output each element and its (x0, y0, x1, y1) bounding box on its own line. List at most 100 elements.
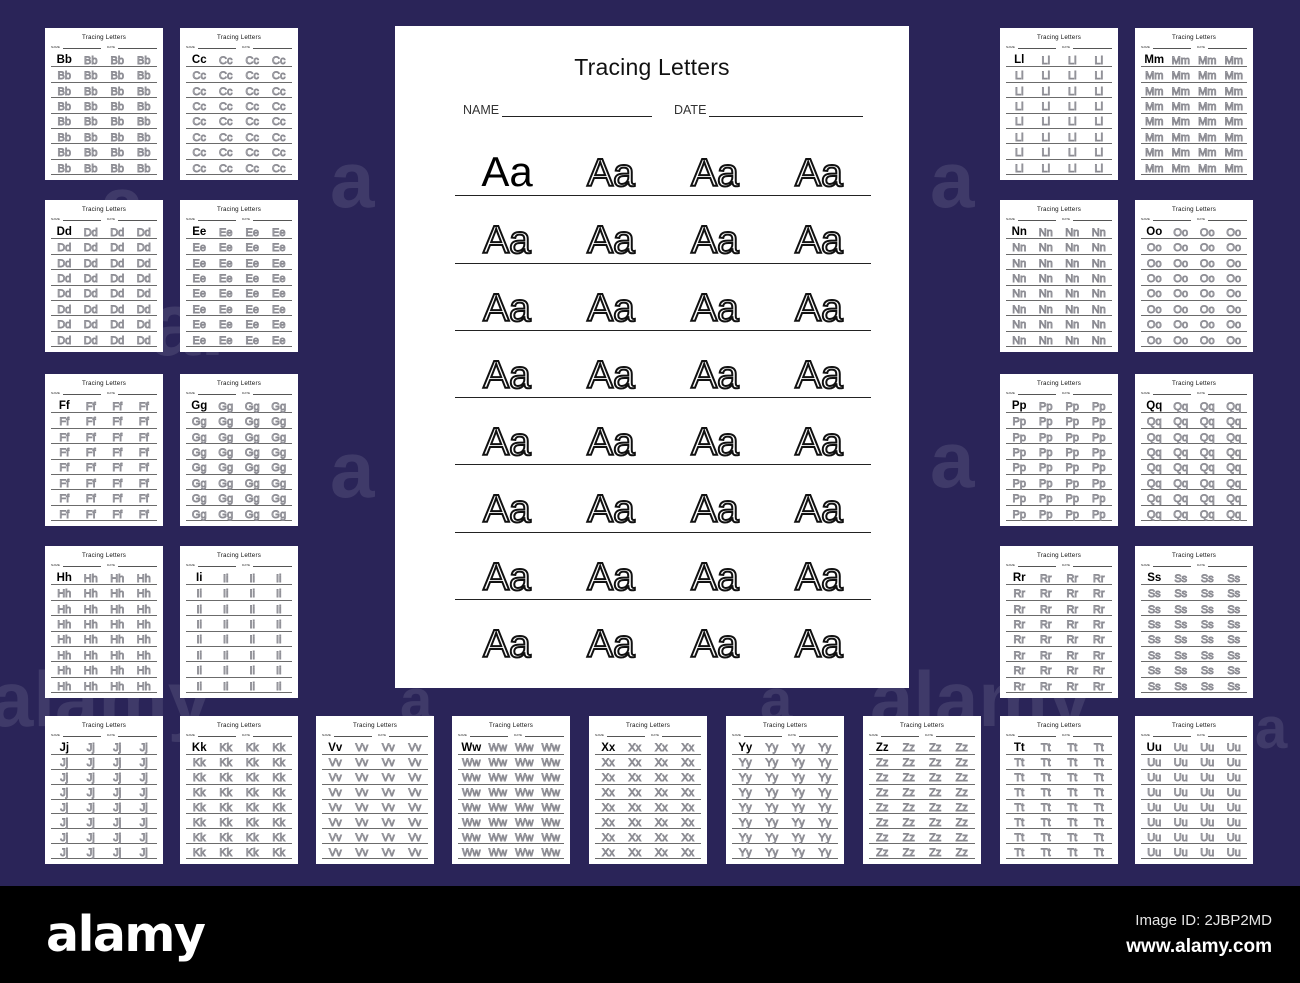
date-field[interactable]: DATE (674, 103, 863, 117)
name-field[interactable]: NAME (51, 391, 101, 395)
worksheet-n[interactable]: Tracing Letters NAME DATE Nn Nn Nn Nn Nn Nn Nn Nn N… (1000, 200, 1118, 352)
trace-row: Tt Tt Tt Tt (1006, 814, 1112, 830)
trace-letter: Oo (1226, 288, 1242, 301)
name-field[interactable]: NAME (1006, 733, 1056, 737)
name-field[interactable]: NAME (51, 563, 101, 567)
date-field[interactable]: DATE (788, 733, 838, 737)
main-worksheet[interactable]: Tracing Letters NAME DATE Aa Aa Aa Aa Aa Aa Aa… (395, 26, 909, 688)
trace-letter: Kk (245, 757, 259, 770)
trace-letter: Ww (541, 742, 560, 755)
name-rule (62, 566, 101, 567)
date-field[interactable]: DATE (242, 733, 292, 737)
worksheet-x[interactable]: Tracing Letters NAME DATE Xx Xx Xx Xx Xx Xx Xx Xx X… (589, 716, 707, 864)
model-letter: Ss (1147, 572, 1162, 585)
worksheet-title: Tracing Letters (1171, 380, 1217, 387)
trace-letter: Nn (1065, 334, 1080, 347)
name-field[interactable]: NAME (458, 733, 508, 737)
worksheet-d[interactable]: Tracing Letters NAME DATE Dd Dd Dd Dd Dd Dd Dd Dd D… (45, 200, 163, 352)
name-field[interactable]: NAME (732, 733, 782, 737)
date-field[interactable]: DATE (1197, 217, 1247, 221)
name-field[interactable]: NAME (51, 733, 101, 737)
worksheet-r[interactable]: Tracing Letters NAME DATE Rr Rr Rr Rr Rr Rr Rr Rr R… (1000, 546, 1118, 698)
date-field[interactable]: DATE (1197, 733, 1247, 737)
name-field[interactable]: NAME (186, 563, 236, 567)
worksheet-y[interactable]: Tracing Letters NAME DATE Yy Yy Yy Yy Yy Yy Yy Yy Y… (726, 716, 844, 864)
name-field[interactable]: NAME (186, 391, 236, 395)
trace-letter: Ee (192, 319, 206, 332)
name-field[interactable]: NAME (1141, 563, 1191, 567)
worksheet-m[interactable]: Tracing Letters NAME DATE Mm Mm Mm Mm Mm Mm Mm Mm M… (1135, 28, 1253, 180)
name-field[interactable]: NAME (51, 45, 101, 49)
name-field[interactable]: NAME (1006, 391, 1056, 395)
worksheet-w[interactable]: Tracing Letters NAME DATE Ww Ww Ww Ww Ww Ww Ww Ww W… (452, 716, 570, 864)
worksheet-b[interactable]: Tracing Letters NAME DATE Bb Bb Bb Bb Bb Bb Bb Bb B… (45, 28, 163, 180)
trace-letter: Ll (1041, 116, 1051, 129)
date-field[interactable]: DATE (1197, 45, 1247, 49)
name-field[interactable]: NAME (186, 217, 236, 221)
trace-letter: Qq (1199, 431, 1215, 444)
name-field[interactable]: NAME (186, 45, 236, 49)
date-field[interactable]: DATE (1062, 391, 1112, 395)
date-field[interactable]: DATE (1062, 217, 1112, 221)
name-field[interactable]: NAME (51, 217, 101, 221)
date-field[interactable]: DATE (107, 391, 157, 395)
worksheet-o[interactable]: Tracing Letters NAME DATE Oo Oo Oo Oo Oo Oo Oo Oo O… (1135, 200, 1253, 352)
trace-letter: Pp (1092, 431, 1106, 444)
trace-letter: Nn (1038, 273, 1053, 286)
name-field[interactable]: NAME (322, 733, 372, 737)
date-field[interactable]: DATE (1062, 733, 1112, 737)
worksheet-z[interactable]: Tracing Letters NAME DATE Zz Zz Zz Zz Zz Zz Zz Zz Z… (863, 716, 981, 864)
trace-letter: Tt (1040, 742, 1051, 755)
date-field[interactable]: DATE (514, 733, 564, 737)
trace-letter: Ss (1200, 634, 1214, 647)
alamy-url[interactable]: www.alamy.com (1012, 936, 1272, 958)
trace-letter: Dd (83, 303, 98, 316)
date-field[interactable]: DATE (1197, 391, 1247, 395)
worksheet-q[interactable]: Tracing Letters NAME DATE Qq Qq Qq Qq Qq Qq Qq Qq Q… (1135, 374, 1253, 526)
model-letter: Ww (461, 741, 482, 754)
name-field[interactable]: NAME (1141, 733, 1191, 737)
worksheet-e[interactable]: Tracing Letters NAME DATE Ee Ee Ee Ee Ee Ee Ee Ee E… (180, 200, 298, 352)
date-field[interactable]: DATE (378, 733, 428, 737)
worksheet-j[interactable]: Tracing Letters NAME DATE Jj Jj Jj Jj Jj Jj Jj Jj J… (45, 716, 163, 864)
worksheet-f[interactable]: Tracing Letters NAME DATE Ff Ff Ff Ff Ff Ff Ff Ff F… (45, 374, 163, 526)
name-field[interactable]: NAME (1141, 217, 1191, 221)
name-field[interactable]: NAME (1006, 217, 1056, 221)
worksheet-c[interactable]: Tracing Letters NAME DATE Cc Cc Cc Cc Cc Cc Cc Cc C… (180, 28, 298, 180)
date-field[interactable]: DATE (107, 733, 157, 737)
name-field[interactable]: NAME (463, 103, 652, 117)
date-field[interactable]: DATE (242, 45, 292, 49)
name-field[interactable]: NAME (1141, 45, 1191, 49)
date-field[interactable]: DATE (107, 45, 157, 49)
name-field[interactable]: NAME (1006, 563, 1056, 567)
date-field[interactable]: DATE (1197, 563, 1247, 567)
date-field[interactable]: DATE (651, 733, 701, 737)
worksheet-p[interactable]: Tracing Letters NAME DATE Pp Pp Pp Pp Pp Pp Pp Pp P… (1000, 374, 1118, 526)
name-field[interactable]: NAME (186, 733, 236, 737)
date-field[interactable]: DATE (242, 391, 292, 395)
date-field[interactable]: DATE (242, 217, 292, 221)
date-field[interactable]: DATE (107, 217, 157, 221)
name-field[interactable]: NAME (595, 733, 645, 737)
name-field[interactable]: NAME (1141, 391, 1191, 395)
date-field[interactable]: DATE (1062, 563, 1112, 567)
model-letter: Tt (1013, 741, 1025, 754)
trace-row: Bb Bb Bb Bb (51, 129, 157, 145)
name-field[interactable]: NAME (1006, 45, 1056, 49)
worksheet-g[interactable]: Tracing Letters NAME DATE Gg Gg Gg Gg Gg Gg Gg Gg G… (180, 374, 298, 526)
date-field[interactable]: DATE (107, 563, 157, 567)
worksheet-s[interactable]: Tracing Letters NAME DATE Ss Ss Ss Ss Ss Ss Ss Ss S… (1135, 546, 1253, 698)
worksheet-i[interactable]: Tracing Letters NAME DATE Ii Ii Ii Ii Ii Ii Ii Ii I… (180, 546, 298, 698)
worksheet-t[interactable]: Tracing Letters NAME DATE Tt Tt Tt Tt Tt Tt Tt Tt T… (1000, 716, 1118, 864)
date-field[interactable]: DATE (1062, 45, 1112, 49)
worksheet-u[interactable]: Tracing Letters NAME DATE Uu Uu Uu Uu Uu Uu Uu Uu U… (1135, 716, 1253, 864)
worksheet-l[interactable]: Tracing Letters NAME DATE Ll Ll Ll Ll Ll Ll Ll Ll L… (1000, 28, 1118, 180)
date-field[interactable]: DATE (925, 733, 975, 737)
worksheet-h[interactable]: Tracing Letters NAME DATE Hh Hh Hh Hh Hh Hh Hh Hh H… (45, 546, 163, 698)
worksheet-v[interactable]: Tracing Letters NAME DATE Vv Vv Vv Vv Vv Vv Vv Vv V… (316, 716, 434, 864)
name-field[interactable]: NAME (869, 733, 919, 737)
trace-letter: Rr (1039, 588, 1052, 601)
date-field[interactable]: DATE (242, 563, 292, 567)
trace-letter: Ww (462, 757, 481, 770)
worksheet-k[interactable]: Tracing Letters NAME DATE Kk Kk Kk Kk Kk Kk Kk Kk K… (180, 716, 298, 864)
